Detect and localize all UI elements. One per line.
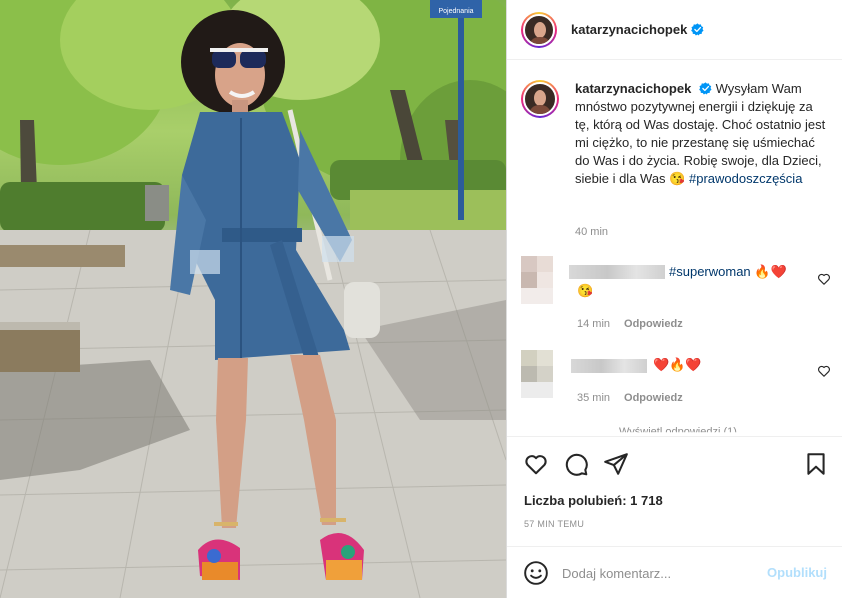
verified-icon (691, 23, 704, 36)
heart-icon[interactable] (523, 451, 549, 477)
comment-meta: 14 min Odpowiedz (577, 318, 683, 330)
comment-icon[interactable] (563, 451, 589, 477)
action-bar: Liczba polubień: 1 718 57 MIN TEMU (507, 436, 842, 546)
comment-meta: 35 min Odpowiedz (577, 392, 683, 404)
commenter-username-blurred (571, 359, 647, 373)
comment-item: #superwoman 🔥❤️ 😘 14 min Odpowiedz (521, 256, 831, 336)
caption-time: 40 min (575, 226, 609, 238)
comment-item: ❤️🔥❤️ 35 min Odpowiedz (521, 350, 831, 410)
emoji-icon[interactable] (523, 560, 549, 586)
caption-avatar[interactable] (521, 80, 559, 118)
caption-text: katarzynacichopek Wysyłam Wam mnóstwo po… (575, 80, 827, 188)
commenter-avatar[interactable] (521, 350, 553, 398)
comment-text: #superwoman 🔥❤️ (669, 264, 787, 280)
street-sign-label: Pojednania (438, 8, 473, 15)
comment-emoji: 🔥❤️ (754, 264, 787, 279)
publish-button[interactable]: Opublikuj (767, 565, 827, 580)
reply-button[interactable]: Odpowiedz (624, 392, 683, 404)
comment-input[interactable] (562, 561, 752, 585)
post-time-ago[interactable]: 57 MIN TEMU (524, 519, 584, 529)
comment-like-icon[interactable] (817, 364, 831, 378)
caption-hashtag[interactable]: #prawodoszczęścia (689, 171, 802, 186)
post-photo[interactable]: Pojednania (0, 0, 506, 598)
author-avatar[interactable] (521, 11, 557, 48)
reply-button[interactable]: Odpowiedz (624, 318, 683, 330)
likes-count[interactable]: Liczba polubień: 1 718 (524, 493, 663, 508)
comment-emoji: ❤️🔥❤️ (653, 357, 702, 372)
photo-illustration: Pojednania (0, 0, 506, 598)
post-caption: katarzynacichopek Wysyłam Wam mnóstwo po… (521, 80, 831, 188)
comment-like-icon[interactable] (817, 272, 831, 286)
bookmark-icon[interactable] (803, 451, 829, 477)
comment-time: 14 min (577, 318, 611, 330)
comment-emoji-line: 😘 (577, 283, 594, 298)
post-side-panel: katarzynacichopek katarzynacichopek Wysy… (506, 0, 842, 598)
comment-time: 35 min (577, 392, 611, 404)
caption-username[interactable]: katarzynacichopek (575, 81, 691, 96)
author-username[interactable]: katarzynacichopek (571, 22, 687, 37)
post-header: katarzynacichopek (507, 0, 842, 60)
share-icon[interactable] (603, 451, 629, 477)
commenter-avatar[interactable] (521, 256, 553, 304)
comment-hashtag[interactable]: #superwoman (669, 264, 751, 279)
add-comment-bar: Opublikuj (507, 546, 842, 598)
commenter-username-blurred (569, 265, 665, 279)
verified-icon (699, 82, 712, 95)
